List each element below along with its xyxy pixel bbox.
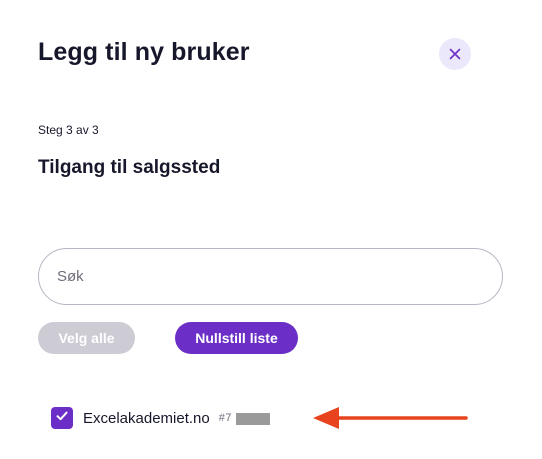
- checkmark-icon: [55, 409, 69, 428]
- close-icon: [449, 48, 461, 60]
- section-title: Tilgang til salgssted: [38, 157, 221, 178]
- step-indicator: Steg 3 av 3: [38, 123, 99, 137]
- arrow-left-icon: [311, 404, 469, 437]
- reset-list-button[interactable]: Nullstill liste: [175, 322, 298, 354]
- redaction-block: [235, 413, 270, 425]
- list-item-name: Excelakademiet.no: [83, 409, 210, 427]
- search-input[interactable]: [38, 248, 503, 305]
- modal-title: Legg til ny bruker: [38, 38, 250, 66]
- add-user-modal: Legg til ny bruker Steg 3 av 3 Tilgang t…: [0, 0, 542, 459]
- close-button[interactable]: [439, 38, 471, 70]
- list-item-checkbox[interactable]: [51, 407, 73, 429]
- list-item-id: #7 9: [219, 412, 270, 425]
- list-item[interactable]: Excelakademiet.no #7 9: [51, 406, 270, 430]
- select-all-button[interactable]: Velg alle: [38, 322, 135, 354]
